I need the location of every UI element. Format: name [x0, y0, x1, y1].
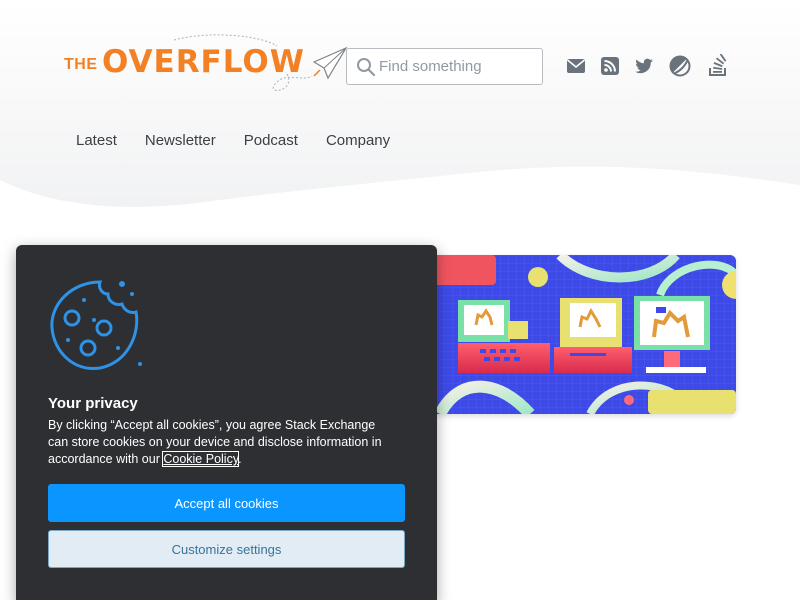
nav-item-company[interactable]: Company	[326, 132, 390, 149]
search-icon	[357, 58, 376, 77]
twitter-icon[interactable]	[632, 54, 656, 78]
cookie-banner-text: By clicking “Accept all cookies”, you ag…	[48, 417, 398, 468]
accept-all-cookies-button[interactable]: Accept all cookies	[48, 484, 405, 522]
logo-name: OVERFLOW	[102, 44, 305, 80]
customize-settings-button[interactable]: Customize settings	[48, 530, 405, 568]
cookie-policy-link[interactable]: Cookie Policy	[162, 451, 240, 467]
cookie-icon	[50, 280, 142, 370]
main-nav: Latest Newsletter Podcast Company	[76, 132, 390, 149]
rss-icon[interactable]	[598, 54, 622, 78]
podcast-icon[interactable]	[668, 54, 692, 78]
nav-item-podcast[interactable]: Podcast	[244, 132, 298, 149]
cookie-text-after: .	[238, 452, 242, 466]
search-input[interactable]	[379, 53, 537, 80]
nav-item-latest[interactable]: Latest	[76, 132, 117, 149]
logo-prefix: THE	[64, 56, 98, 73]
stackoverflow-icon[interactable]	[706, 54, 730, 78]
site-logo[interactable]: THE OVERFLOW	[62, 34, 352, 96]
nav-item-newsletter[interactable]: Newsletter	[145, 132, 216, 149]
featured-article-image[interactable]	[420, 255, 736, 414]
cookie-consent-banner: Your privacy By clicking “Accept all coo…	[16, 245, 437, 600]
mail-icon[interactable]	[564, 54, 588, 78]
search-box[interactable]	[346, 48, 543, 85]
cookie-banner-title: Your privacy	[48, 395, 138, 412]
camel-computers-illustration	[420, 255, 736, 414]
